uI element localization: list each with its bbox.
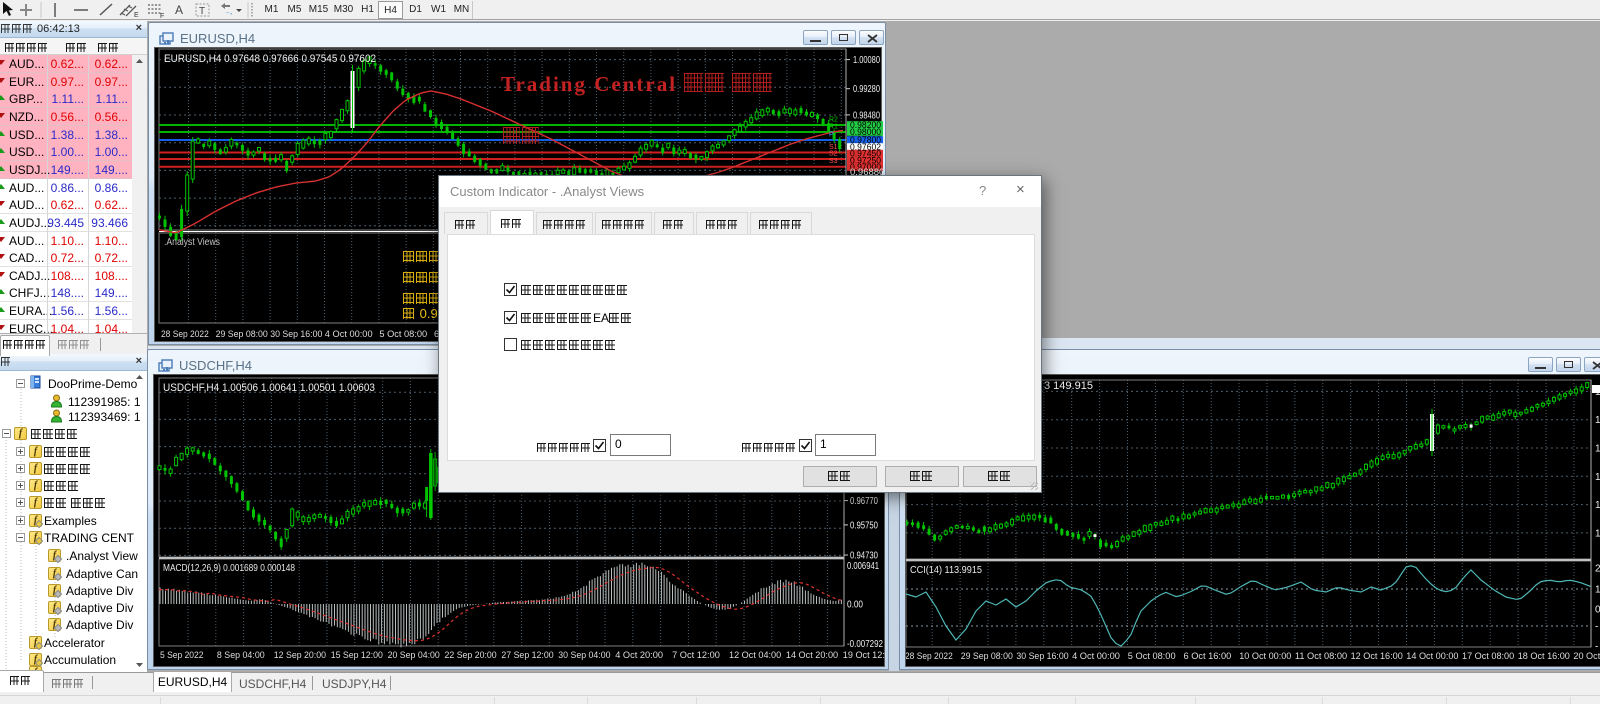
svg-text:19 Oct 12:00: 19 Oct 12:00 <box>843 650 886 660</box>
svg-text:S2: S2 <box>829 151 838 158</box>
svg-text:22 Sep 20:00: 22 Sep 20:00 <box>445 650 497 660</box>
svg-text:0.95750: 0.95750 <box>850 520 878 531</box>
svg-text:4 Oct 20:00: 4 Oct 20:00 <box>615 650 663 660</box>
svg-text:T: T <box>199 6 205 17</box>
svg-text:12 Oct 16:00: 12 Oct 16:00 <box>1351 651 1403 661</box>
svg-text:CCI(14) 113.9915: CCI(14) 113.9915 <box>910 565 982 576</box>
svg-text:0.: 0. <box>1595 605 1600 616</box>
svg-text:USDCHF,H4 1.00506 1.00641 1.00: USDCHF,H4 1.00506 1.00641 1.00501 1.0060… <box>163 382 375 394</box>
svg-text:27 Sep 12:00: 27 Sep 12:00 <box>501 650 553 660</box>
svg-text:7 Oct 12:00: 7 Oct 12:00 <box>672 650 720 660</box>
svg-text:0.94730: 0.94730 <box>850 551 878 562</box>
svg-text:15 Sep 12:00: 15 Sep 12:00 <box>331 650 383 660</box>
svg-text:20 Sep 04:00: 20 Sep 04:00 <box>388 650 440 660</box>
svg-text:EURUSD,H4 0.97648 0.97666 0.97: EURUSD,H4 0.97648 0.97666 0.97545 0.9760… <box>164 53 376 65</box>
svg-text:0.96770: 0.96770 <box>850 496 878 507</box>
svg-text:28 Sep 2022: 28 Sep 2022 <box>906 651 953 661</box>
svg-text:12 Sep 20:00: 12 Sep 20:00 <box>274 650 326 660</box>
svg-text:F: F <box>160 13 164 20</box>
svg-text:10 Oct 00:00: 10 Oct 00:00 <box>1239 651 1291 661</box>
svg-text:8 Sep 04:00: 8 Sep 04:00 <box>217 650 265 660</box>
svg-text:5 Oct 08:00: 5 Oct 08:00 <box>1128 651 1176 661</box>
svg-text:4 Oct 00:00: 4 Oct 00:00 <box>1072 651 1120 661</box>
svg-text:-: - <box>1595 622 1598 633</box>
svg-text:E: E <box>134 12 139 19</box>
svg-text:0.006941: 0.006941 <box>847 561 879 572</box>
svg-text:A: A <box>175 3 183 17</box>
svg-text:P: P <box>829 132 834 139</box>
svg-text:5 Sep 2022: 5 Sep 2022 <box>160 650 204 660</box>
svg-text:1: 1 <box>1595 444 1600 455</box>
svg-text:1: 1 <box>1595 585 1600 596</box>
svg-text:MACD(12,26,9) 0.001689 0.00014: MACD(12,26,9) 0.001689 0.000148 <box>163 563 295 574</box>
svg-text:3 149.915: 3 149.915 <box>1044 380 1093 392</box>
svg-text:1: 1 <box>1595 528 1600 539</box>
svg-text:30 Sep 16:00: 30 Sep 16:00 <box>270 329 322 339</box>
svg-text:4 Oct 00:00: 4 Oct 00:00 <box>325 329 373 339</box>
svg-text:S3: S3 <box>829 158 838 165</box>
svg-text:5 Oct 08:00: 5 Oct 08:00 <box>379 329 427 339</box>
svg-text:R2: R2 <box>829 117 838 124</box>
svg-text:14 Oct 00:00: 14 Oct 00:00 <box>1406 651 1458 661</box>
svg-text:2: 2 <box>1595 564 1600 575</box>
svg-text:1: 1 <box>1595 415 1600 426</box>
svg-text:30 Sep 16:00: 30 Sep 16:00 <box>1016 651 1068 661</box>
svg-text:11 Oct 08:00: 11 Oct 08:00 <box>1295 651 1347 661</box>
svg-text:29 Sep 08:00: 29 Sep 08:00 <box>961 651 1013 661</box>
svg-text:1: 1 <box>1595 472 1600 483</box>
svg-text:1.00080: 1.00080 <box>853 55 880 66</box>
svg-text:0.00: 0.00 <box>847 600 863 611</box>
svg-text:1: 1 <box>1595 500 1600 511</box>
svg-text:6 Oct 16:00: 6 Oct 16:00 <box>1184 651 1232 661</box>
svg-text:-0.007292: -0.007292 <box>847 639 883 650</box>
svg-text:17 Oct 08:00: 17 Oct 08:00 <box>1462 651 1514 661</box>
svg-text:12 Oct 04:00: 12 Oct 04:00 <box>729 650 781 660</box>
svg-text:0.99280: 0.99280 <box>853 84 880 95</box>
svg-text:R1: R1 <box>829 124 838 131</box>
svg-text:18 Oct 16:00: 18 Oct 16:00 <box>1518 651 1570 661</box>
svg-text:14 Oct 20:00: 14 Oct 20:00 <box>786 650 838 660</box>
svg-text:.Analyst Views: .Analyst Views <box>164 237 220 248</box>
svg-text:28 Sep 2022: 28 Sep 2022 <box>161 329 209 339</box>
svg-text:20 Oct 00:00: 20 Oct 00:00 <box>1573 651 1600 661</box>
svg-text:29 Sep 08:00: 29 Sep 08:00 <box>216 329 268 339</box>
svg-text:30 Sep 04:00: 30 Sep 04:00 <box>558 650 610 660</box>
